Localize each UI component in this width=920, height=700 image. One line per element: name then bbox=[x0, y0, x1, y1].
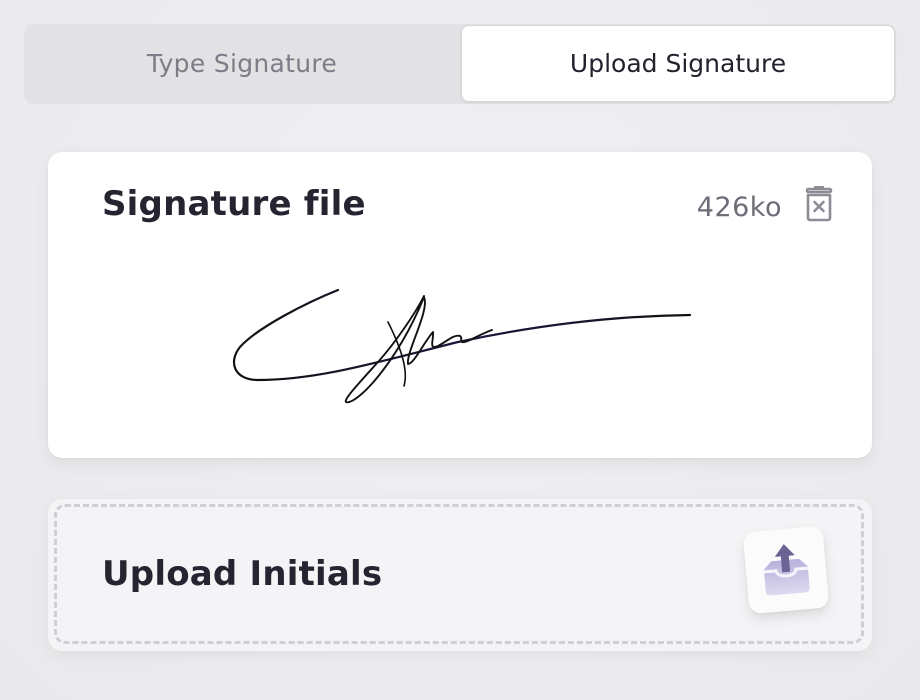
upload-initials-title: Upload Initials bbox=[102, 554, 383, 594]
upload-tray-icon bbox=[763, 544, 810, 596]
signature-mode-tabs: Type Signature Upload Signature bbox=[24, 24, 896, 104]
upload-initials-dropzone[interactable]: Upload Initials bbox=[48, 499, 872, 651]
tab-upload-signature[interactable]: Upload Signature bbox=[461, 25, 895, 102]
tab-type-signature[interactable]: Type Signature bbox=[24, 24, 460, 102]
tab-type-signature-label: Type Signature bbox=[146, 48, 338, 78]
signature-file-title: Signature file bbox=[102, 184, 366, 224]
signature-image bbox=[232, 288, 692, 403]
trash-icon[interactable] bbox=[802, 186, 836, 222]
upload-button[interactable] bbox=[742, 525, 830, 615]
signature-panel: Type Signature Upload Signature Signatur… bbox=[0, 0, 920, 700]
file-size-label: 426ko bbox=[696, 192, 782, 223]
signature-file-card: Signature file 426ko bbox=[48, 152, 872, 458]
tab-upload-signature-label: Upload Signature bbox=[569, 49, 787, 78]
